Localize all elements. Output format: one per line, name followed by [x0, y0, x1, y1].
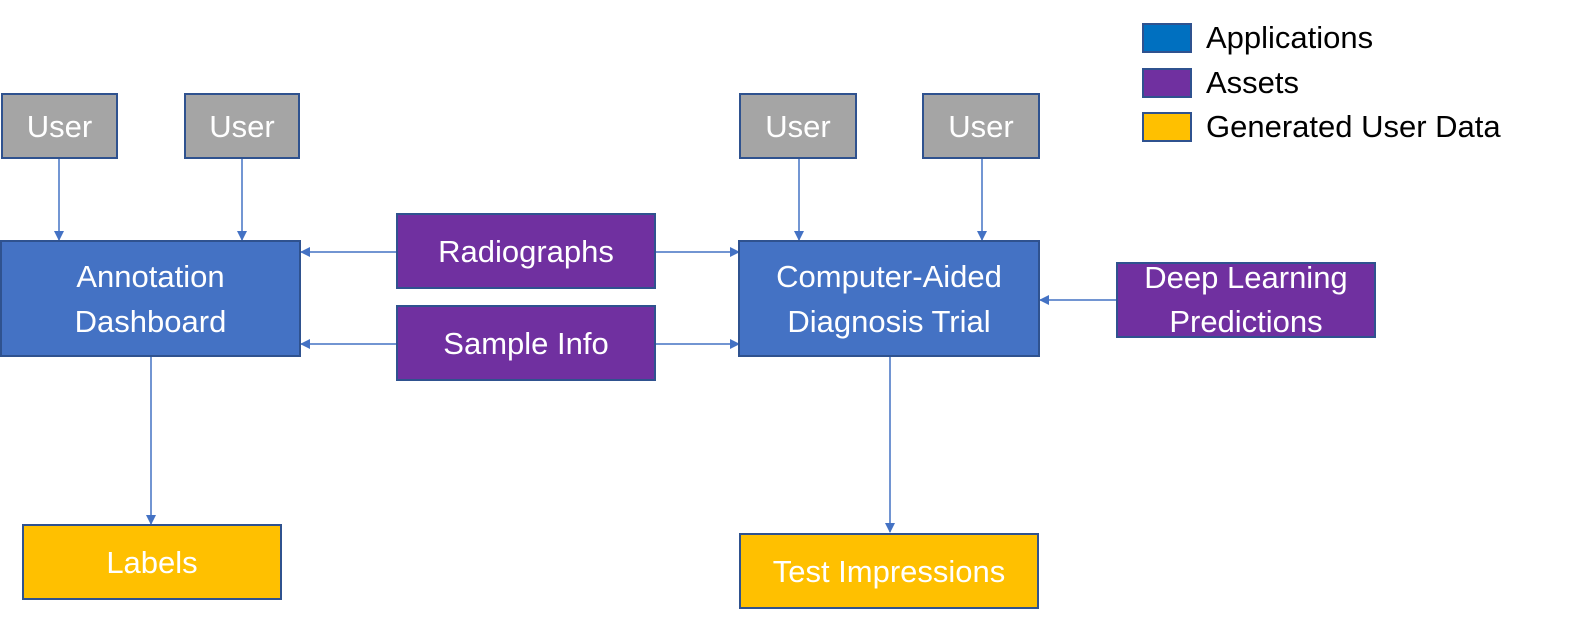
- legend-item-generated-user-data: Generated User Data: [1142, 109, 1501, 145]
- labels-node: Labels: [22, 524, 282, 600]
- radiographs-node: Radiographs: [396, 213, 656, 289]
- legend-item-assets: Assets: [1142, 65, 1299, 101]
- deep-learning-predictions-node: Deep Learning Predictions: [1116, 260, 1376, 339]
- legend-swatch-assets: [1142, 68, 1192, 98]
- test-impressions-label: Test Impressions: [772, 553, 1006, 589]
- deep-learning-line2: Predictions: [1169, 304, 1323, 339]
- annotation-dashboard-line2: Dashboard: [74, 303, 227, 339]
- cad-trial-line2: Diagnosis Trial: [787, 303, 991, 339]
- legend-label: Applications: [1206, 20, 1374, 55]
- cad-trial-line1: Computer-Aided: [776, 258, 1002, 294]
- user-node: User: [1, 93, 118, 159]
- sample-info-label: Sample Info: [443, 325, 609, 361]
- user-node: User: [184, 93, 300, 159]
- legend-label: Generated User Data: [1206, 109, 1501, 144]
- legend-label: Assets: [1206, 65, 1300, 100]
- user-node: User: [739, 93, 857, 159]
- user-label: User: [209, 108, 275, 144]
- annotation-dashboard-node: Annotation Dashboard: [0, 240, 301, 357]
- user-label: User: [765, 108, 831, 144]
- user-label: User: [26, 108, 93, 144]
- test-impressions-node: Test Impressions: [739, 533, 1039, 609]
- radiographs-label: Radiographs: [438, 233, 614, 269]
- cad-trial-node: Computer-Aided Diagnosis Trial: [738, 240, 1040, 357]
- sample-info-node: Sample Info: [396, 305, 656, 381]
- user-node: User: [922, 93, 1040, 159]
- legend-swatch-generated-user-data: [1142, 112, 1192, 142]
- labels-label: Labels: [106, 544, 198, 580]
- deep-learning-line1: Deep Learning: [1144, 260, 1348, 295]
- legend-item-applications: Applications: [1142, 20, 1373, 56]
- legend-swatch-applications: [1142, 23, 1192, 53]
- user-label: User: [948, 108, 1014, 144]
- annotation-dashboard-line1: Annotation: [76, 258, 225, 294]
